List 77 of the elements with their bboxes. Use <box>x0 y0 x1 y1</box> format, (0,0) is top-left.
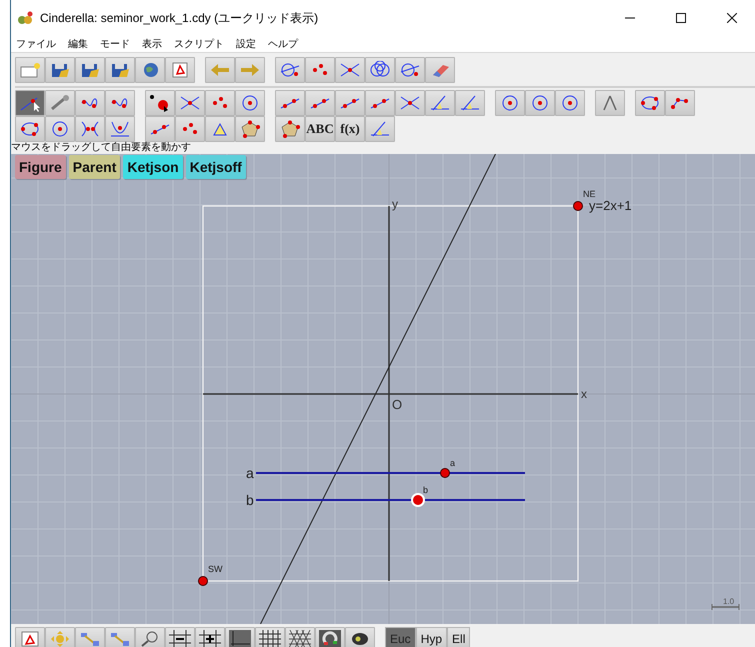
hyperbola-icon <box>79 120 101 138</box>
segment-label: b <box>246 492 254 508</box>
menu-item[interactable]: 表示 <box>142 37 162 51</box>
maximize-icon <box>676 13 686 23</box>
axis-label: x <box>581 387 587 401</box>
magnet-icon <box>319 630 341 647</box>
point-label: a <box>450 458 456 468</box>
tool-button[interactable] <box>145 90 175 116</box>
point[interactable] <box>573 201 583 211</box>
menu-item[interactable]: 編集 <box>68 37 88 51</box>
circle-line-icon <box>399 61 421 79</box>
menu-item[interactable]: ヘルプ <box>268 37 298 51</box>
tool-button[interactable] <box>165 627 195 647</box>
segment-label: a <box>246 465 254 481</box>
circle-points-icon <box>639 94 661 112</box>
app-logo-icon <box>17 11 35 25</box>
floppy-disk-icon <box>79 61 101 79</box>
menu-item[interactable]: スクリプト <box>174 37 224 51</box>
axes-icon <box>229 630 251 647</box>
polygon-icon <box>239 120 261 138</box>
tool-button[interactable] <box>225 627 255 647</box>
script-button[interactable]: Ketjson <box>123 155 183 179</box>
text-tool-button[interactable]: f(x) <box>335 116 365 142</box>
angle-icon <box>459 94 481 112</box>
pdf-document-icon <box>19 630 41 647</box>
crossing-lines-icon <box>339 61 361 79</box>
point[interactable] <box>440 468 450 478</box>
triangle-grid-icon <box>289 630 311 647</box>
origin-label: O <box>392 397 402 412</box>
left-arrow-icon <box>209 61 231 79</box>
geometry-mode-button[interactable]: Hyp <box>416 627 448 647</box>
script-button[interactable]: Figure <box>15 155 66 179</box>
circles-icon <box>369 61 391 79</box>
tool-button[interactable] <box>285 627 315 647</box>
menu-item[interactable]: 設定 <box>236 37 256 51</box>
grid-plus-icon <box>199 630 221 647</box>
tool-button[interactable] <box>15 90 45 116</box>
text-tool-button[interactable]: ABC <box>305 116 335 142</box>
segment-icon <box>79 630 101 647</box>
menu-item[interactable]: モード <box>100 37 130 51</box>
menu-item[interactable]: ファイル <box>16 37 56 51</box>
grid-minus-icon <box>169 630 191 647</box>
scale-bar <box>712 604 740 610</box>
floppy-disk-icon <box>109 61 131 79</box>
circle-points-icon <box>19 120 41 138</box>
status-text: マウスをドラッグして自由要素を動かす <box>11 142 192 154</box>
point-label: NE <box>583 189 596 199</box>
tool-button[interactable] <box>345 627 375 647</box>
drawing-canvas[interactable]: x y O a a b b y=2x+1 NE SW 1.0 Figure Parent Ketjson Ketjsoff <box>11 154 755 624</box>
point[interactable] <box>198 576 208 586</box>
right-arrow-icon <box>239 61 261 79</box>
crossing-lines-icon <box>399 94 421 112</box>
grid-icon <box>259 630 281 647</box>
axis-label: y <box>392 197 398 211</box>
angle-icon <box>369 120 391 138</box>
point-label: SW <box>208 564 222 574</box>
tool-button[interactable] <box>255 627 285 647</box>
segment-icon <box>109 630 131 647</box>
close-icon <box>727 13 737 23</box>
point-label: b <box>423 485 428 495</box>
script-button[interactable]: Parent <box>68 155 120 179</box>
geometry-mode-button[interactable]: Ell <box>447 627 470 647</box>
scale-label: 1.0 <box>723 597 734 606</box>
parabola-icon <box>109 120 131 138</box>
point-icon <box>149 94 171 112</box>
tool-button[interactable] <box>195 627 225 647</box>
window-title: Cinderella: seminor_work_1.cdy (ユークリッド表示) <box>40 10 320 26</box>
circle-line-icon <box>279 61 301 79</box>
crossing-lines-icon <box>179 94 201 112</box>
polygon-icon <box>279 120 301 138</box>
script-button[interactable]: Ketjsoff <box>186 155 246 179</box>
angle-icon <box>429 94 451 112</box>
new-document-icon <box>19 61 41 79</box>
floppy-disk-icon <box>49 61 71 79</box>
wrench-icon <box>49 94 71 112</box>
four-arrows-icon <box>49 630 71 647</box>
function-label: y=2x+1 <box>589 198 632 213</box>
